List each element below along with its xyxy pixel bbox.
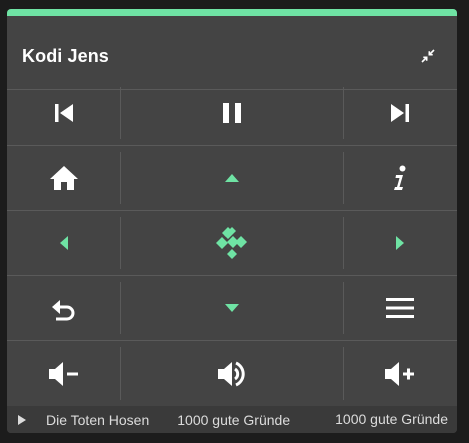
menu-icon — [386, 298, 414, 318]
play-icon[interactable] — [18, 414, 28, 425]
skip-next-icon — [391, 104, 409, 122]
back-button[interactable] — [7, 276, 120, 340]
volume-down-button[interactable] — [7, 341, 120, 406]
kodi-logo-icon — [215, 225, 247, 259]
info-button[interactable] — [343, 146, 457, 210]
volume-up-icon — [385, 361, 414, 386]
collapse-icon[interactable] — [419, 47, 437, 65]
row-navigation-middle — [7, 211, 457, 276]
pause-icon — [222, 103, 241, 123]
volume-icon — [217, 361, 245, 386]
arrow-left-icon — [59, 236, 68, 250]
arrow-up-icon — [224, 174, 239, 182]
arrow-right-icon — [396, 236, 404, 250]
card-header: Kodi Jens — [7, 16, 457, 90]
up-button[interactable] — [120, 146, 343, 210]
now-playing-bar: Die Toten Hosen 1000 gute Gründe 1000 gu… — [7, 406, 457, 433]
arrow-down-icon — [224, 304, 239, 312]
row-playback — [7, 81, 457, 146]
down-button[interactable] — [120, 276, 343, 340]
volume-up-button[interactable] — [343, 341, 457, 406]
pause-button[interactable] — [120, 81, 343, 145]
menu-button[interactable] — [343, 276, 457, 340]
previous-button[interactable] — [7, 81, 120, 145]
accent-bar — [7, 9, 457, 16]
next-button[interactable] — [343, 81, 457, 145]
right-button[interactable] — [343, 211, 457, 275]
row-navigation-bottom — [7, 276, 457, 341]
info-icon — [394, 165, 406, 190]
left-button[interactable] — [7, 211, 120, 275]
widget-title: Kodi Jens — [22, 46, 109, 66]
mute-button[interactable] — [120, 341, 343, 406]
now-playing-album: 1000 gute Gründe — [177, 411, 291, 428]
volume-down-icon — [48, 361, 78, 386]
home-icon — [49, 166, 78, 190]
back-icon — [51, 300, 74, 321]
home-button[interactable] — [7, 146, 120, 210]
row-navigation-top — [7, 146, 457, 211]
remote-grid — [7, 81, 457, 406]
select-button[interactable] — [120, 211, 343, 275]
kodi-remote-card: Kodi Jens Die Toten Hosen 1000 gute Grün… — [7, 9, 457, 433]
now-playing-track: 1000 gute Gründe — [335, 411, 448, 427]
now-playing-artist: Die Toten Hosen — [46, 411, 150, 428]
skip-previous-icon — [54, 104, 73, 122]
row-volume — [7, 341, 457, 406]
